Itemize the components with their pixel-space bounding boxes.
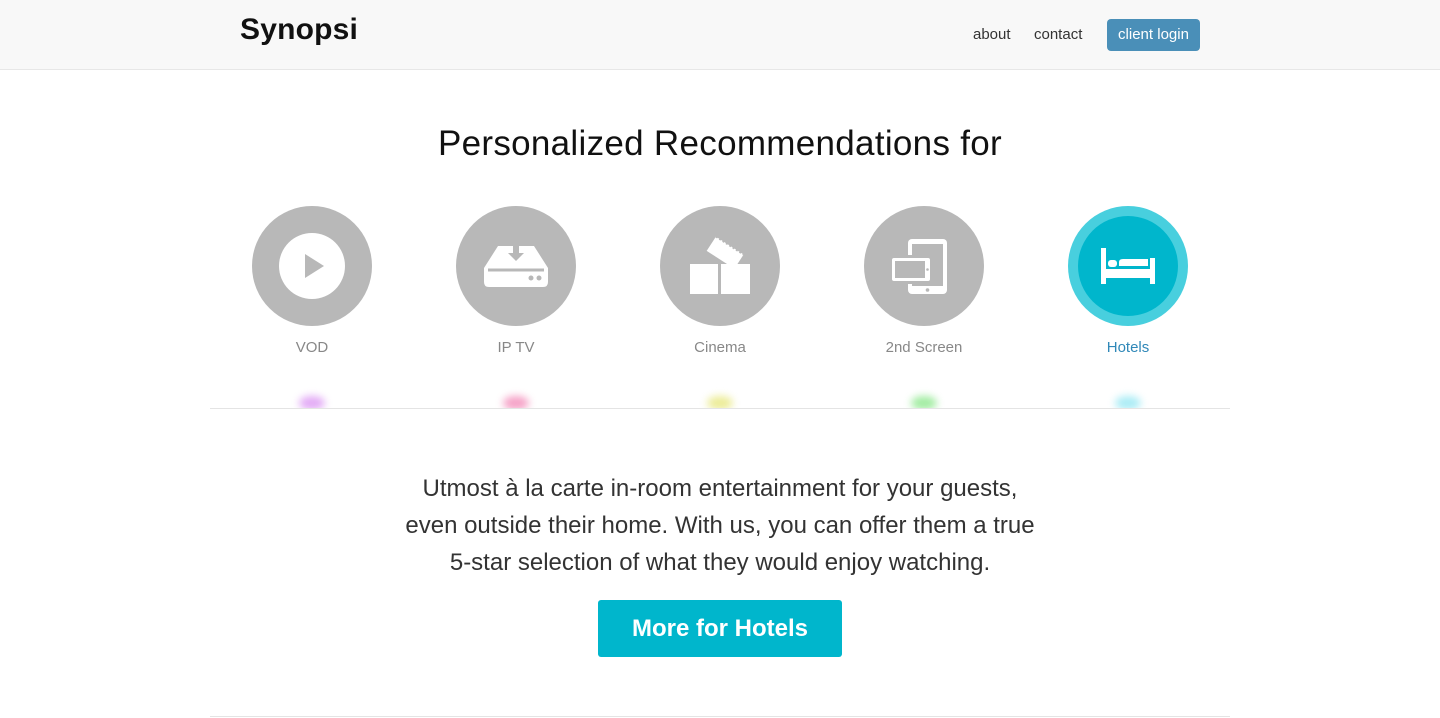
- segment-vod[interactable]: VOD: [252, 206, 372, 356]
- segment-circle: [864, 206, 984, 326]
- nav-link-contact[interactable]: contact: [1034, 26, 1082, 43]
- segment-2nd-screen[interactable]: 2nd Screen: [864, 206, 984, 356]
- segment-label-2nd-screen: 2nd Screen: [885, 339, 963, 356]
- devices-icon: [889, 239, 947, 294]
- segment-circle-active: [1068, 206, 1188, 326]
- segment-hotels[interactable]: Hotels: [1068, 206, 1188, 356]
- segment-label-hotels: Hotels: [1106, 339, 1150, 356]
- segment-label-iptv: IP TV: [497, 339, 535, 356]
- segment-description: Utmost à la carte in-room entertainment …: [370, 470, 1070, 581]
- page-headline: Personalized Recommendations for: [437, 124, 1003, 163]
- segment-label-vod: VOD: [295, 339, 329, 356]
- description-line: Utmost à la carte in-room entertainment …: [422, 475, 1018, 502]
- description-line: even outside their home. With us, you ca…: [405, 512, 1035, 539]
- nav-link-about[interactable]: about: [973, 26, 1011, 43]
- segment-iptv[interactable]: IP TV: [456, 206, 576, 356]
- top-navbar: Synopsi about contact client login: [0, 0, 1440, 70]
- section-divider: [210, 716, 1230, 717]
- ticket-icon: [688, 235, 752, 294]
- section-divider: [210, 408, 1230, 409]
- bed-icon: [1101, 248, 1155, 284]
- segment-circle: [660, 206, 780, 326]
- segment-label-cinema: Cinema: [694, 339, 746, 356]
- set-top-box-icon: [484, 244, 548, 287]
- client-login-button[interactable]: client login: [1107, 19, 1200, 51]
- more-for-hotels-button[interactable]: More for Hotels: [598, 600, 842, 657]
- play-icon: [279, 233, 345, 299]
- segment-circle: [252, 206, 372, 326]
- description-line: 5-star selection of what they would enjo…: [449, 549, 991, 576]
- brand-logo[interactable]: Synopsi: [240, 13, 358, 47]
- glow-mask: [0, 409, 1440, 419]
- segment-cinema[interactable]: Cinema: [660, 206, 780, 356]
- segment-circle: [456, 206, 576, 326]
